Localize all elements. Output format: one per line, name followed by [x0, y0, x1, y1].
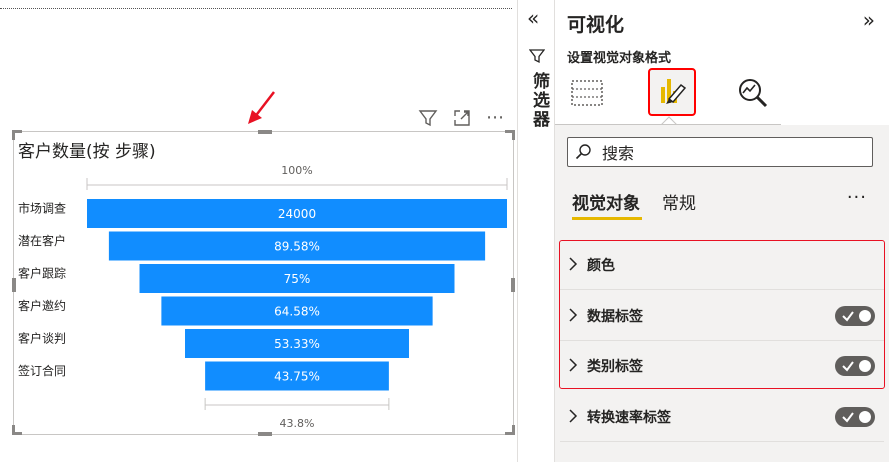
toggle-knob	[859, 360, 871, 372]
collapse-visualizations-icon[interactable]: «	[527, 8, 539, 28]
toggle-knob	[859, 310, 871, 322]
pane-title: 可视化	[567, 14, 625, 36]
chevron-right-icon	[569, 358, 578, 372]
section-label: 转换速率标签	[587, 410, 671, 426]
resize-handle-top[interactable]	[258, 130, 272, 134]
tab-build-visual[interactable]	[565, 70, 609, 116]
data-labels-toggle[interactable]	[835, 306, 875, 326]
fields-icon	[571, 80, 603, 106]
filters-pane-label[interactable]: 筛选器	[527, 72, 552, 129]
tab-format-visual[interactable]	[648, 68, 696, 116]
chevron-right-icon	[569, 308, 578, 322]
resize-handle-bottom-left-v[interactable]	[12, 425, 15, 435]
more-options-icon[interactable]: ···	[847, 187, 867, 208]
search-icon	[575, 144, 591, 160]
analytics-icon	[739, 79, 768, 108]
section-conversion-rate-labels[interactable]: 转换速率标签	[560, 392, 884, 442]
section-label: 类别标签	[587, 359, 643, 375]
visual-header: ⋯	[418, 108, 504, 128]
toggle-knob	[859, 411, 871, 423]
resize-handle-bottom[interactable]	[258, 432, 272, 436]
check-icon	[842, 412, 854, 423]
resize-handle-top-right-v[interactable]	[512, 130, 515, 140]
chart-title: 客户数量(按 步骤)	[18, 142, 156, 162]
active-subtab-underline	[572, 217, 642, 220]
check-icon	[842, 311, 854, 322]
pane-tabs	[555, 66, 889, 126]
search-box[interactable]	[567, 137, 873, 167]
chevron-right-icon	[569, 409, 578, 423]
collapse-pane-icon[interactable]: »	[863, 10, 875, 30]
subtab-visual[interactable]: 视觉对象	[572, 189, 640, 214]
chevron-right-icon	[569, 257, 578, 271]
filter-icon[interactable]	[418, 108, 438, 128]
funnel-visual-container[interactable]	[13, 131, 514, 435]
visualizations-pane: 可视化 » 设置视觉对象格式 搜索 视觉对象 常规 ··· 颜色 数据标签 类别…	[555, 0, 889, 462]
section-colors[interactable]: 颜色	[560, 240, 884, 290]
filter-pane-icon[interactable]	[529, 48, 545, 64]
section-label: 颜色	[587, 258, 615, 274]
focus-mode-icon[interactable]	[452, 108, 472, 128]
resize-handle-bottom-right-v[interactable]	[512, 425, 515, 435]
section-category-labels[interactable]: 类别标签	[560, 341, 884, 391]
section-data-labels[interactable]: 数据标签	[560, 291, 884, 341]
resize-handle-right[interactable]	[511, 278, 515, 292]
red-arrow-annotation	[248, 91, 275, 124]
resize-handle-left[interactable]	[12, 278, 16, 292]
section-label: 数据标签	[587, 309, 643, 325]
conversion-rate-labels-toggle[interactable]	[835, 407, 875, 427]
report-canvas: ⋯ 客户数量(按 步骤) 100% 24000 市场调查 89.58% 潜在客户 75% 客…	[0, 0, 517, 462]
format-paintbrush-icon	[661, 79, 687, 104]
filters-pane-collapsed: « 筛选器	[517, 0, 555, 462]
tab-analytics[interactable]	[731, 70, 775, 116]
page-boundary-line	[0, 8, 512, 9]
resize-handle-top-left-v[interactable]	[12, 130, 15, 140]
pane-subtitle: 设置视觉对象格式	[567, 51, 672, 66]
more-options-icon[interactable]: ⋯	[486, 109, 504, 127]
category-labels-toggle[interactable]	[835, 356, 875, 376]
format-pane-body: 视觉对象 常规 ··· 颜色 数据标签	[555, 125, 889, 462]
search-input[interactable]	[600, 140, 864, 166]
check-icon	[842, 361, 854, 372]
subtab-general[interactable]: 常规	[662, 189, 696, 214]
